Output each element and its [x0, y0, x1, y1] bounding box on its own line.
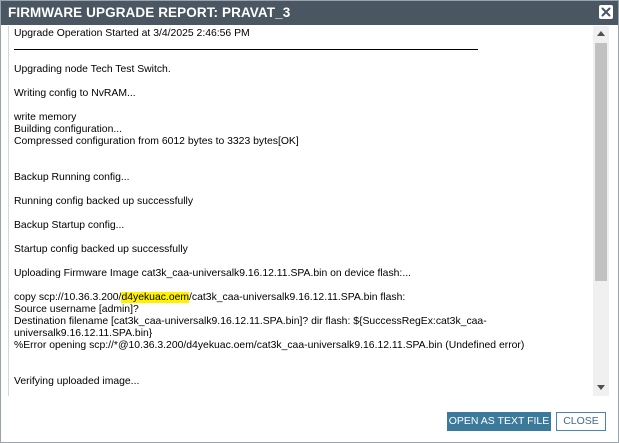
log-line: Upgrading node Tech Test Switch. — [14, 64, 171, 75]
log-line: Uploading Firmware Image cat3k_caa-unive… — [14, 268, 411, 279]
log-line-copy-command: copy scp://10.36.3.200/d4yekuac.oem/cat3… — [14, 292, 405, 304]
log-line-error: %Error opening scp://*@10.36.3.200/d4yek… — [14, 340, 525, 351]
log-line: Source username [admin]? — [14, 304, 139, 315]
copy-prefix: copy scp://10.36.3.200/ — [14, 292, 122, 303]
close-icon[interactable] — [599, 5, 613, 19]
scroll-down-icon[interactable] — [593, 381, 609, 396]
log-scrollbar[interactable] — [593, 26, 609, 396]
log-line: universalk9.16.12.11.SPA.bin} — [14, 328, 153, 339]
dialog-title: FIRMWARE UPGRADE REPORT: PRAVAT_3 — [8, 5, 291, 20]
firmware-report-dialog: FIRMWARE UPGRADE REPORT: PRAVAT_3 Upgrad… — [0, 0, 619, 443]
log-line: Building configuration... — [14, 124, 123, 135]
log-line: Upgrade Operation Started at 3/4/2025 2:… — [14, 28, 250, 39]
log-divider — [14, 49, 478, 50]
open-as-text-file-button[interactable]: OPEN AS TEXT FILE — [447, 412, 551, 431]
copy-suffix: /cat3k_caa-universalk9.16.12.11.SPA.bin … — [189, 292, 406, 303]
log-line: Compressed configuration from 6012 bytes… — [14, 136, 299, 147]
log-line: Backup Startup config... — [14, 220, 125, 231]
scroll-up-icon[interactable] — [593, 26, 609, 41]
log-line: Startup config backed up successfully — [14, 244, 188, 255]
highlighted-filename: d4yekuac.oem — [121, 292, 190, 303]
log-line: Verifying uploaded image... — [14, 376, 140, 387]
report-log-area[interactable]: Upgrade Operation Started at 3/4/2025 2:… — [8, 26, 610, 396]
log-line: Writing config to NvRAM... — [14, 88, 136, 99]
close-button[interactable]: CLOSE — [556, 412, 606, 431]
scrollbar-thumb[interactable] — [595, 43, 607, 281]
log-line: Running config backed up successfully — [14, 196, 194, 207]
dialog-titlebar: FIRMWARE UPGRADE REPORT: PRAVAT_3 — [1, 1, 618, 25]
log-line: write memory — [14, 112, 77, 123]
log-line: Backup Running config... — [14, 172, 130, 183]
log-line: Destination filename [cat3k_caa-universa… — [14, 316, 487, 327]
